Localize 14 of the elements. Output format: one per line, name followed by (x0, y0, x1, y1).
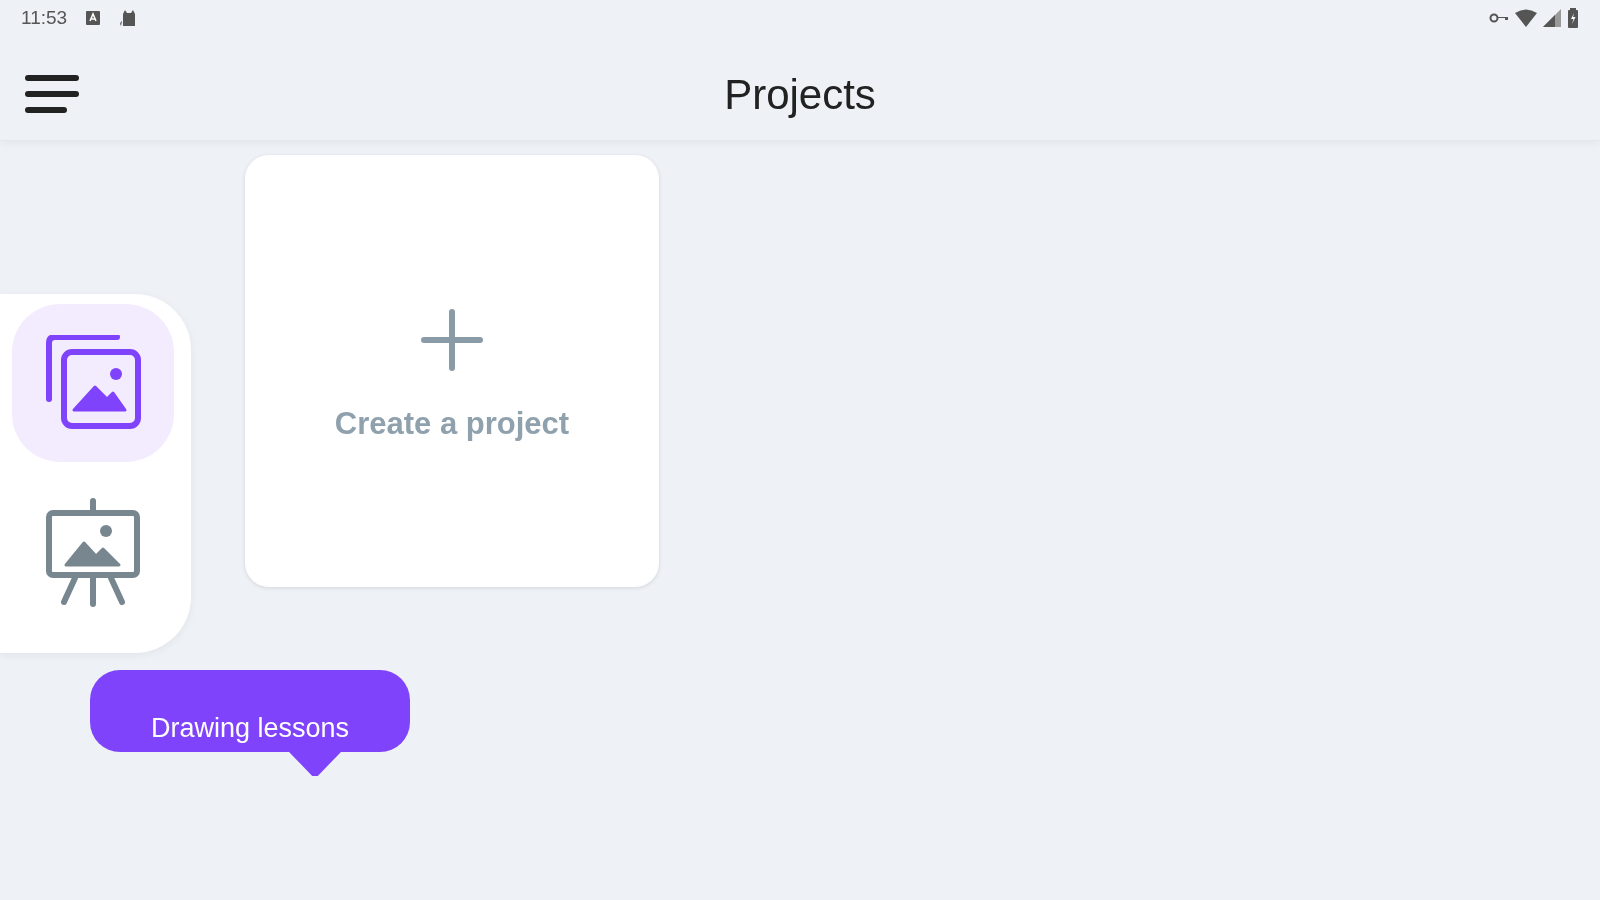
wifi-icon (1515, 9, 1537, 27)
key-icon (1489, 13, 1509, 23)
tooltip-text: Drawing lessons (149, 712, 351, 745)
plus-icon (421, 308, 483, 371)
rail-tab[interactable] (12, 304, 174, 462)
gallery-icon (45, 335, 141, 431)
easel-icon (45, 498, 141, 608)
keyboard-icon (85, 10, 102, 26)
menu-icon[interactable] (25, 75, 79, 113)
page-title: Projects (724, 69, 876, 120)
signal-icon (1543, 9, 1561, 27)
create-project-card[interactable]: Create a project (245, 155, 659, 587)
battery-charging-icon (1567, 8, 1579, 28)
status-time: 11:53 (21, 5, 68, 30)
